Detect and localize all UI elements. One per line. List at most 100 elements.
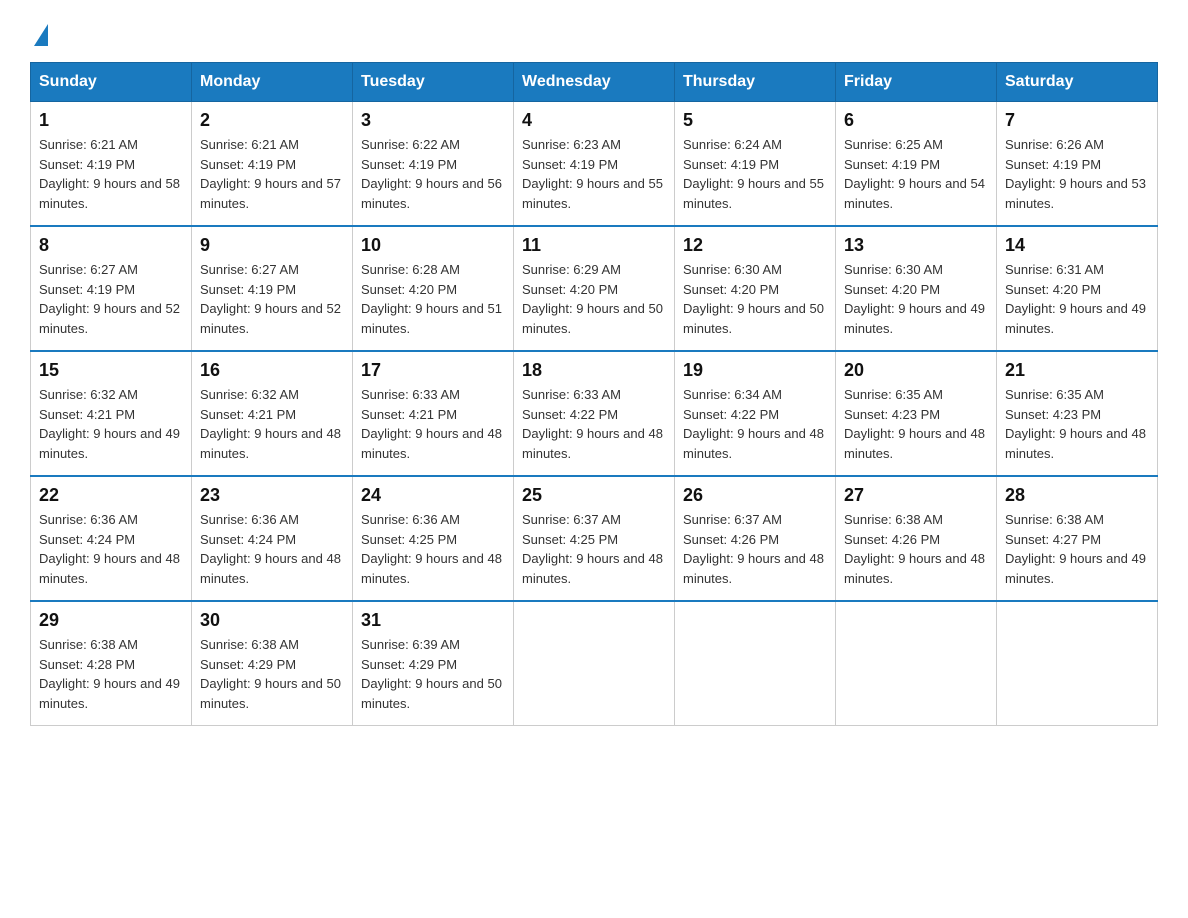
day-info: Sunrise: 6:33 AM Sunset: 4:22 PM Dayligh… bbox=[522, 385, 666, 463]
day-number: 13 bbox=[844, 235, 988, 256]
calendar-day-cell: 13 Sunrise: 6:30 AM Sunset: 4:20 PM Dayl… bbox=[836, 226, 997, 351]
day-number: 20 bbox=[844, 360, 988, 381]
calendar-day-cell: 12 Sunrise: 6:30 AM Sunset: 4:20 PM Dayl… bbox=[675, 226, 836, 351]
day-info: Sunrise: 6:36 AM Sunset: 4:24 PM Dayligh… bbox=[200, 510, 344, 588]
day-info: Sunrise: 6:37 AM Sunset: 4:26 PM Dayligh… bbox=[683, 510, 827, 588]
weekday-header-friday: Friday bbox=[836, 63, 997, 102]
day-number: 12 bbox=[683, 235, 827, 256]
day-number: 8 bbox=[39, 235, 183, 256]
calendar-day-cell: 29 Sunrise: 6:38 AM Sunset: 4:28 PM Dayl… bbox=[31, 601, 192, 726]
weekday-header-monday: Monday bbox=[192, 63, 353, 102]
calendar-day-cell: 19 Sunrise: 6:34 AM Sunset: 4:22 PM Dayl… bbox=[675, 351, 836, 476]
calendar-day-cell bbox=[514, 601, 675, 726]
day-info: Sunrise: 6:33 AM Sunset: 4:21 PM Dayligh… bbox=[361, 385, 505, 463]
day-number: 17 bbox=[361, 360, 505, 381]
day-info: Sunrise: 6:28 AM Sunset: 4:20 PM Dayligh… bbox=[361, 260, 505, 338]
day-number: 16 bbox=[200, 360, 344, 381]
day-info: Sunrise: 6:39 AM Sunset: 4:29 PM Dayligh… bbox=[361, 635, 505, 713]
day-number: 18 bbox=[522, 360, 666, 381]
calendar-day-cell: 6 Sunrise: 6:25 AM Sunset: 4:19 PM Dayli… bbox=[836, 102, 997, 227]
day-number: 25 bbox=[522, 485, 666, 506]
day-number: 22 bbox=[39, 485, 183, 506]
calendar-day-cell: 5 Sunrise: 6:24 AM Sunset: 4:19 PM Dayli… bbox=[675, 102, 836, 227]
page-header bbox=[30, 20, 1158, 42]
calendar-day-cell bbox=[836, 601, 997, 726]
day-info: Sunrise: 6:21 AM Sunset: 4:19 PM Dayligh… bbox=[200, 135, 344, 213]
day-info: Sunrise: 6:30 AM Sunset: 4:20 PM Dayligh… bbox=[844, 260, 988, 338]
day-info: Sunrise: 6:30 AM Sunset: 4:20 PM Dayligh… bbox=[683, 260, 827, 338]
calendar-day-cell: 27 Sunrise: 6:38 AM Sunset: 4:26 PM Dayl… bbox=[836, 476, 997, 601]
day-number: 21 bbox=[1005, 360, 1149, 381]
day-number: 30 bbox=[200, 610, 344, 631]
day-info: Sunrise: 6:21 AM Sunset: 4:19 PM Dayligh… bbox=[39, 135, 183, 213]
calendar-day-cell: 31 Sunrise: 6:39 AM Sunset: 4:29 PM Dayl… bbox=[353, 601, 514, 726]
calendar-week-row: 22 Sunrise: 6:36 AM Sunset: 4:24 PM Dayl… bbox=[31, 476, 1158, 601]
day-info: Sunrise: 6:31 AM Sunset: 4:20 PM Dayligh… bbox=[1005, 260, 1149, 338]
day-number: 31 bbox=[361, 610, 505, 631]
day-info: Sunrise: 6:38 AM Sunset: 4:29 PM Dayligh… bbox=[200, 635, 344, 713]
day-info: Sunrise: 6:34 AM Sunset: 4:22 PM Dayligh… bbox=[683, 385, 827, 463]
calendar-day-cell: 25 Sunrise: 6:37 AM Sunset: 4:25 PM Dayl… bbox=[514, 476, 675, 601]
calendar-day-cell: 10 Sunrise: 6:28 AM Sunset: 4:20 PM Dayl… bbox=[353, 226, 514, 351]
weekday-header-wednesday: Wednesday bbox=[514, 63, 675, 102]
day-info: Sunrise: 6:35 AM Sunset: 4:23 PM Dayligh… bbox=[844, 385, 988, 463]
calendar-day-cell: 2 Sunrise: 6:21 AM Sunset: 4:19 PM Dayli… bbox=[192, 102, 353, 227]
calendar-day-cell: 20 Sunrise: 6:35 AM Sunset: 4:23 PM Dayl… bbox=[836, 351, 997, 476]
calendar-day-cell: 22 Sunrise: 6:36 AM Sunset: 4:24 PM Dayl… bbox=[31, 476, 192, 601]
calendar-day-cell: 28 Sunrise: 6:38 AM Sunset: 4:27 PM Dayl… bbox=[997, 476, 1158, 601]
day-number: 15 bbox=[39, 360, 183, 381]
day-info: Sunrise: 6:23 AM Sunset: 4:19 PM Dayligh… bbox=[522, 135, 666, 213]
day-number: 9 bbox=[200, 235, 344, 256]
day-info: Sunrise: 6:36 AM Sunset: 4:25 PM Dayligh… bbox=[361, 510, 505, 588]
day-number: 2 bbox=[200, 110, 344, 131]
day-number: 14 bbox=[1005, 235, 1149, 256]
calendar-day-cell: 14 Sunrise: 6:31 AM Sunset: 4:20 PM Dayl… bbox=[997, 226, 1158, 351]
calendar-day-cell bbox=[997, 601, 1158, 726]
calendar-day-cell: 4 Sunrise: 6:23 AM Sunset: 4:19 PM Dayli… bbox=[514, 102, 675, 227]
weekday-header-sunday: Sunday bbox=[31, 63, 192, 102]
day-number: 29 bbox=[39, 610, 183, 631]
day-info: Sunrise: 6:37 AM Sunset: 4:25 PM Dayligh… bbox=[522, 510, 666, 588]
calendar-day-cell bbox=[675, 601, 836, 726]
calendar-day-cell: 3 Sunrise: 6:22 AM Sunset: 4:19 PM Dayli… bbox=[353, 102, 514, 227]
day-number: 4 bbox=[522, 110, 666, 131]
calendar-day-cell: 9 Sunrise: 6:27 AM Sunset: 4:19 PM Dayli… bbox=[192, 226, 353, 351]
calendar-week-row: 1 Sunrise: 6:21 AM Sunset: 4:19 PM Dayli… bbox=[31, 102, 1158, 227]
calendar-day-cell: 30 Sunrise: 6:38 AM Sunset: 4:29 PM Dayl… bbox=[192, 601, 353, 726]
day-info: Sunrise: 6:38 AM Sunset: 4:26 PM Dayligh… bbox=[844, 510, 988, 588]
day-number: 6 bbox=[844, 110, 988, 131]
weekday-header-thursday: Thursday bbox=[675, 63, 836, 102]
calendar-day-cell: 15 Sunrise: 6:32 AM Sunset: 4:21 PM Dayl… bbox=[31, 351, 192, 476]
day-number: 5 bbox=[683, 110, 827, 131]
day-number: 24 bbox=[361, 485, 505, 506]
day-number: 11 bbox=[522, 235, 666, 256]
calendar-day-cell: 1 Sunrise: 6:21 AM Sunset: 4:19 PM Dayli… bbox=[31, 102, 192, 227]
calendar-day-cell: 21 Sunrise: 6:35 AM Sunset: 4:23 PM Dayl… bbox=[997, 351, 1158, 476]
weekday-header-row: SundayMondayTuesdayWednesdayThursdayFrid… bbox=[31, 63, 1158, 102]
day-number: 26 bbox=[683, 485, 827, 506]
day-info: Sunrise: 6:25 AM Sunset: 4:19 PM Dayligh… bbox=[844, 135, 988, 213]
calendar-day-cell: 11 Sunrise: 6:29 AM Sunset: 4:20 PM Dayl… bbox=[514, 226, 675, 351]
calendar-table: SundayMondayTuesdayWednesdayThursdayFrid… bbox=[30, 62, 1158, 726]
day-number: 7 bbox=[1005, 110, 1149, 131]
calendar-day-cell: 26 Sunrise: 6:37 AM Sunset: 4:26 PM Dayl… bbox=[675, 476, 836, 601]
calendar-day-cell: 7 Sunrise: 6:26 AM Sunset: 4:19 PM Dayli… bbox=[997, 102, 1158, 227]
logo bbox=[30, 20, 48, 42]
calendar-day-cell: 17 Sunrise: 6:33 AM Sunset: 4:21 PM Dayl… bbox=[353, 351, 514, 476]
day-number: 3 bbox=[361, 110, 505, 131]
calendar-day-cell: 24 Sunrise: 6:36 AM Sunset: 4:25 PM Dayl… bbox=[353, 476, 514, 601]
day-info: Sunrise: 6:26 AM Sunset: 4:19 PM Dayligh… bbox=[1005, 135, 1149, 213]
calendar-week-row: 29 Sunrise: 6:38 AM Sunset: 4:28 PM Dayl… bbox=[31, 601, 1158, 726]
day-info: Sunrise: 6:27 AM Sunset: 4:19 PM Dayligh… bbox=[200, 260, 344, 338]
calendar-day-cell: 16 Sunrise: 6:32 AM Sunset: 4:21 PM Dayl… bbox=[192, 351, 353, 476]
day-number: 23 bbox=[200, 485, 344, 506]
logo-triangle-icon bbox=[34, 24, 48, 46]
day-info: Sunrise: 6:22 AM Sunset: 4:19 PM Dayligh… bbox=[361, 135, 505, 213]
day-number: 19 bbox=[683, 360, 827, 381]
day-number: 28 bbox=[1005, 485, 1149, 506]
calendar-day-cell: 23 Sunrise: 6:36 AM Sunset: 4:24 PM Dayl… bbox=[192, 476, 353, 601]
day-number: 27 bbox=[844, 485, 988, 506]
day-info: Sunrise: 6:38 AM Sunset: 4:27 PM Dayligh… bbox=[1005, 510, 1149, 588]
calendar-day-cell: 18 Sunrise: 6:33 AM Sunset: 4:22 PM Dayl… bbox=[514, 351, 675, 476]
weekday-header-saturday: Saturday bbox=[997, 63, 1158, 102]
